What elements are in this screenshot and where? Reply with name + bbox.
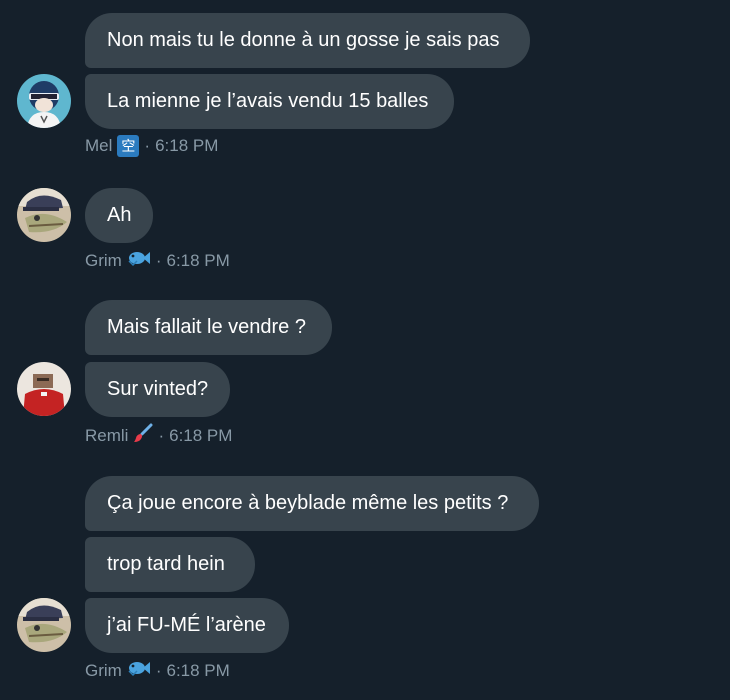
message-meta: Grim · 6:18 PM: [85, 658, 230, 683]
avatar-remli[interactable]: [17, 362, 71, 416]
avatar-mel[interactable]: [17, 74, 71, 128]
paintbrush-icon: [133, 423, 153, 448]
author-name[interactable]: Grim: [85, 251, 122, 271]
message-bubble[interactable]: j’ai FU-MÉ l’arène: [85, 598, 289, 653]
fish-icon: [127, 248, 151, 273]
message-text: La mienne je l’avais vendu 15 balles: [107, 90, 429, 112]
author-name[interactable]: Mel: [85, 136, 112, 156]
avatar-image: [17, 598, 71, 652]
timestamp: 6:18 PM: [166, 250, 230, 270]
timestamp: 6:18 PM: [169, 425, 233, 445]
message-bubble[interactable]: Non mais tu le donne à un gosse je sais …: [85, 13, 530, 68]
separator: ·: [144, 136, 151, 155]
separator: ·: [158, 425, 165, 445]
avatar-grim[interactable]: [17, 598, 71, 652]
message-bubble[interactable]: Sur vinted?: [85, 362, 230, 417]
message-text: Ça joue encore à beyblade même les petit…: [107, 492, 509, 514]
message-bubble[interactable]: Ça joue encore à beyblade même les petit…: [85, 476, 539, 531]
avatar-image: [17, 362, 71, 416]
separator: ·: [155, 250, 162, 270]
avatar-image: [17, 188, 71, 242]
message-text: trop tard hein: [107, 553, 225, 575]
message-text: j’ai FU-MÉ l’arène: [107, 614, 266, 636]
message-bubble[interactable]: La mienne je l’avais vendu 15 balles: [85, 74, 454, 129]
sky-kanji-emoji-icon: 空: [117, 135, 140, 157]
message-bubble[interactable]: Ah: [85, 188, 153, 243]
message-text: Non mais tu le donne à un gosse je sais …: [107, 29, 500, 51]
author-name[interactable]: Remli: [85, 426, 128, 446]
fish-icon: [127, 658, 151, 683]
message-text: Sur vinted?: [107, 378, 209, 400]
message-text: Ah: [107, 204, 132, 226]
message-meta: Mel 空 · 6:18 PM: [85, 135, 218, 157]
message-bubble[interactable]: Mais fallait le vendre ?: [85, 300, 332, 355]
separator: ·: [155, 660, 162, 680]
timestamp: 6:18 PM: [166, 660, 230, 680]
message-meta: Remli · 6:18 PM: [85, 423, 232, 448]
avatar-grim[interactable]: [17, 188, 71, 242]
message-text: Mais fallait le vendre ?: [107, 316, 306, 338]
message-meta: Grim · 6:18 PM: [85, 248, 230, 273]
avatar-image: [17, 74, 71, 128]
message-thread: Non mais tu le donne à un gosse je sais …: [0, 0, 730, 700]
timestamp: 6:18 PM: [155, 136, 219, 155]
message-bubble[interactable]: trop tard hein: [85, 537, 255, 592]
author-name[interactable]: Grim: [85, 661, 122, 681]
